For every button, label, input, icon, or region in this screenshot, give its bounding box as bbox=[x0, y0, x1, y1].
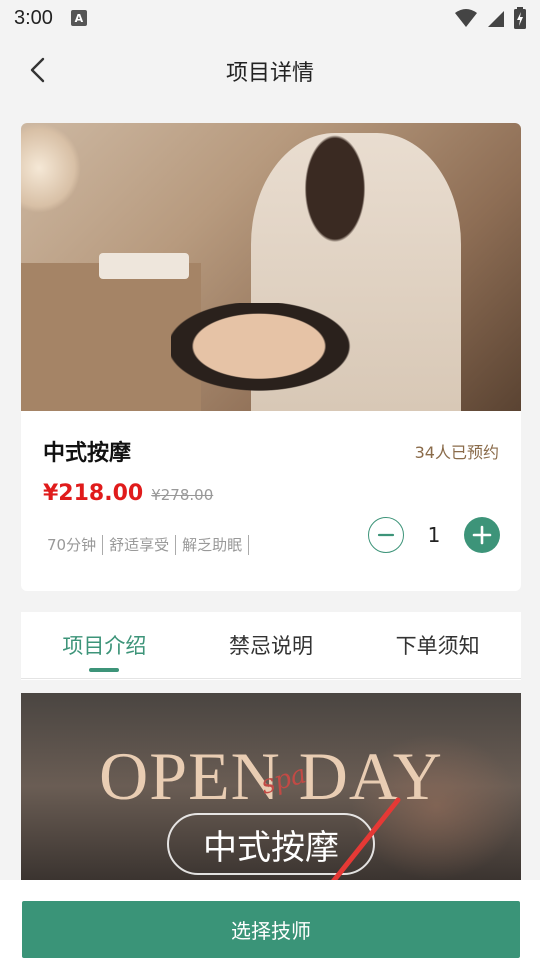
product-photo bbox=[21, 123, 521, 411]
tab-project-intro[interactable]: 项目介绍 bbox=[21, 612, 188, 678]
status-time: 3:00 bbox=[14, 6, 53, 29]
signal-icon bbox=[488, 11, 504, 27]
bottom-action-bar: 选择技师 bbox=[0, 880, 540, 960]
detail-tabs: 项目介绍 禁忌说明 下单须知 bbox=[21, 612, 521, 680]
price-current: ¥218.00 bbox=[43, 481, 144, 506]
product-card: 中式按摩 34人已预约 ¥218.00 ¥278.00 70分钟 舒适享受 解乏… bbox=[21, 123, 521, 591]
product-info: 中式按摩 34人已预约 ¥218.00 ¥278.00 70分钟 舒适享受 解乏… bbox=[21, 411, 521, 591]
price-original: ¥278.00 bbox=[151, 486, 214, 504]
plus-icon bbox=[472, 525, 492, 545]
tab-contraindications[interactable]: 禁忌说明 bbox=[188, 612, 355, 678]
banner-pill-title: 中式按摩 bbox=[167, 813, 375, 875]
tag-comfort: 舒适享受 bbox=[103, 535, 177, 555]
nav-bar: 项目详情 bbox=[0, 36, 540, 106]
back-button[interactable] bbox=[18, 50, 58, 90]
page-title: 项目详情 bbox=[225, 61, 314, 86]
booked-count: 34人已预约 bbox=[414, 443, 499, 462]
promo-banner: OPEN DAY spa 中式按摩 bbox=[21, 693, 521, 880]
chevron-left-icon bbox=[30, 57, 45, 83]
wifi-icon bbox=[455, 9, 477, 27]
tag-list: 70分钟 舒适享受 解乏助眠 bbox=[43, 535, 250, 555]
tab-order-notice[interactable]: 下单须知 bbox=[354, 612, 521, 678]
product-name: 中式按摩 bbox=[43, 441, 132, 466]
minus-icon bbox=[377, 533, 395, 537]
tag-duration: 70分钟 bbox=[43, 535, 104, 555]
tag-sleep: 解乏助眠 bbox=[176, 535, 250, 555]
quantity-stepper: 1 bbox=[368, 517, 500, 553]
select-technician-button[interactable]: 选择技师 bbox=[22, 901, 520, 958]
quantity-increase-button[interactable] bbox=[464, 517, 500, 553]
price-row: ¥218.00 ¥278.00 bbox=[43, 481, 213, 506]
tabs-divider bbox=[21, 678, 521, 679]
status-indicators bbox=[454, 7, 526, 29]
app-notification-icon: A bbox=[70, 10, 87, 26]
status-bar: 3:00 A bbox=[0, 0, 540, 36]
battery-icon bbox=[514, 7, 526, 29]
quantity-decrease-button[interactable] bbox=[368, 517, 404, 553]
quantity-value: 1 bbox=[427, 523, 441, 547]
